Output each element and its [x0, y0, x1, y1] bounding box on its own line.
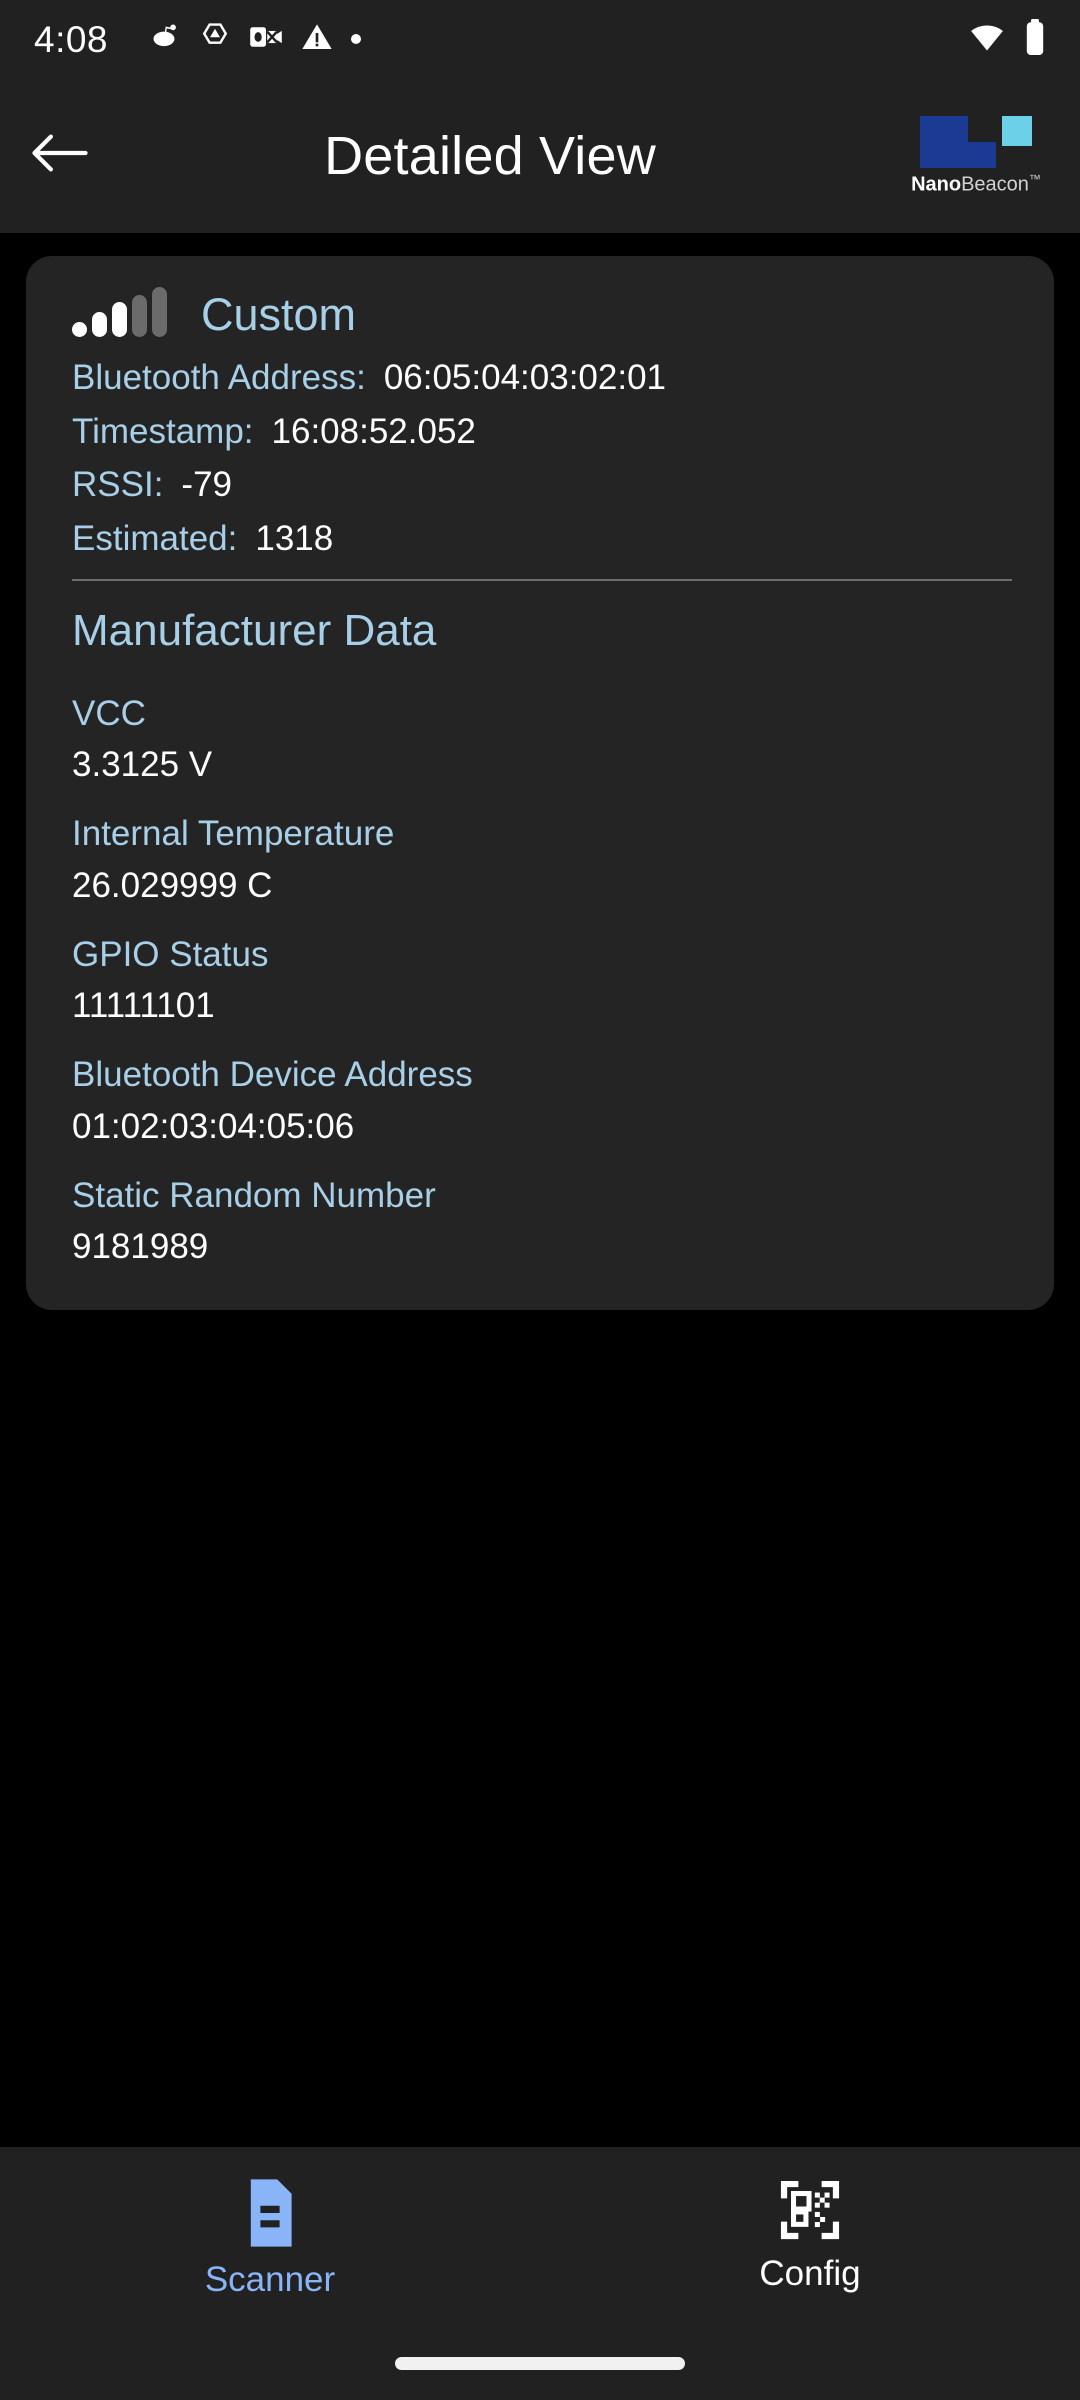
- meta-value: 16:08:52.052: [271, 411, 476, 451]
- nav-label-config: Config: [759, 2254, 861, 2293]
- field-label: Static Random Number: [72, 1175, 436, 1215]
- reddit-icon: [147, 20, 181, 59]
- logo-wordmark: NanoBeacon™: [911, 173, 1041, 195]
- meta-label: Bluetooth Address:: [72, 358, 366, 397]
- meta-value: 06:05:04:03:02:01: [383, 358, 667, 397]
- data-field: Bluetooth Device Address 01:02:03:04:05:…: [50, 1029, 1030, 1150]
- page-title: Detailed View: [324, 125, 656, 186]
- home-indicator[interactable]: [395, 2357, 685, 2370]
- field-label: GPIO Status: [72, 934, 269, 974]
- logo-trademark: ™: [1028, 172, 1041, 187]
- nanobeacon-logo: NanoBeacon™: [890, 78, 1080, 233]
- card-header: Custom: [50, 286, 1030, 340]
- card-title: Custom: [201, 289, 357, 340]
- qr-code-icon: [779, 2177, 841, 2248]
- field-label: Bluetooth Device Address: [72, 1055, 473, 1095]
- data-field: VCC 3.3125 V: [50, 668, 1030, 789]
- status-bar-left: 4:08: [34, 20, 968, 59]
- wifi-icon: [968, 20, 1006, 59]
- status-bar: 4:08: [0, 0, 1080, 78]
- meta-value: -79: [181, 465, 233, 504]
- field-label: Internal Temperature: [72, 814, 395, 854]
- drive-icon: [198, 20, 232, 59]
- meta-label: Timestamp:: [72, 411, 254, 451]
- logo-mark-icon: [920, 116, 1032, 169]
- document-scanner-icon: [241, 2177, 299, 2254]
- meta-row: Timestamp: 16:08:52.052: [50, 405, 1030, 459]
- data-field: GPIO Status 11111101: [50, 909, 1030, 1030]
- battery-icon: [1024, 18, 1046, 60]
- section-title: Manufacturer Data: [72, 606, 437, 655]
- nav-item-config[interactable]: Config: [540, 2177, 1080, 2297]
- dot-icon: [351, 34, 362, 44]
- status-bar-right: [968, 18, 1046, 60]
- meta-row: Estimated: 1318: [50, 512, 1030, 566]
- warning-icon: [300, 21, 334, 58]
- app-bar: Detailed View NanoBeacon™: [0, 78, 1080, 233]
- meta-row: RSSI: -79: [50, 458, 1030, 512]
- field-label: VCC: [72, 693, 146, 733]
- status-bar-clock: 4:08: [34, 18, 109, 60]
- meta-value: 1318: [255, 518, 334, 558]
- bottom-navigation: Scanner Config: [0, 2147, 1080, 2400]
- nav-item-scanner[interactable]: Scanner: [0, 2177, 540, 2297]
- field-value: 26.029999 C: [72, 865, 273, 905]
- field-value: 3.3125 V: [72, 745, 213, 785]
- data-field: Internal Temperature 26.029999 C: [50, 788, 1030, 909]
- meta-label: Estimated:: [72, 518, 238, 558]
- nav-label-scanner: Scanner: [204, 2260, 336, 2299]
- detail-card: Custom Bluetooth Address: 06:05:04:03:02…: [26, 256, 1054, 1311]
- outlook-icon: [249, 22, 283, 57]
- logo-name-bold: Nano: [911, 173, 962, 196]
- field-value: 01:02:03:04:05:06: [72, 1106, 355, 1146]
- field-value: 9181989: [72, 1227, 209, 1267]
- phone-screen: 4:08 Detailed View NanoBeacon™ Custom Bl…: [0, 0, 1080, 2400]
- signal-strength-icon: [72, 286, 167, 337]
- meta-label: RSSI:: [72, 465, 164, 504]
- meta-row: Bluetooth Address: 06:05:04:03:02:01: [50, 351, 1030, 405]
- back-arrow-icon: [29, 130, 91, 181]
- data-field: Static Random Number 9181989: [50, 1150, 1030, 1271]
- logo-name-light: Beacon: [961, 173, 1029, 196]
- field-value: 11111101: [72, 986, 215, 1026]
